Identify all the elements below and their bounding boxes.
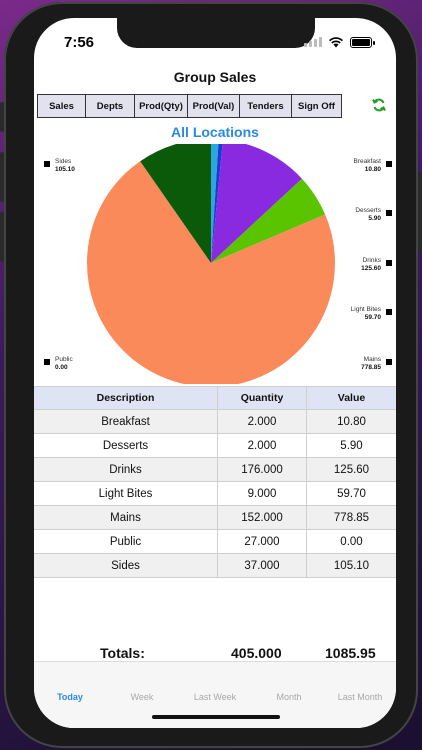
table-row[interactable]: Light Bites 9.000 59.70 <box>34 482 396 506</box>
row-description: Sides <box>34 554 218 577</box>
legend-item-mains: Mains 778.85 <box>361 356 392 372</box>
legend-swatch <box>44 161 50 167</box>
row-value: 125.60 <box>333 463 370 476</box>
table-header-row: Description Quantity Value <box>34 386 396 410</box>
tab-last-week[interactable]: Last Week <box>179 692 251 702</box>
legend-label: Drinks <box>362 257 381 264</box>
tab-last-month[interactable]: Last Month <box>324 692 396 702</box>
row-quantity: 176.000 <box>218 458 307 481</box>
legend-label: Public <box>55 356 73 363</box>
sales-button[interactable]: Sales <box>37 94 86 118</box>
legend-value: 778.85 <box>361 364 381 371</box>
table-row[interactable]: Public 27.000 0.00 <box>34 530 396 554</box>
row-quantity: 152.000 <box>218 506 307 529</box>
volume-down-button <box>0 212 4 262</box>
legend-swatch <box>386 210 392 216</box>
row-description: Light Bites <box>34 482 218 505</box>
row-description: Drinks <box>34 458 218 481</box>
notch <box>117 18 315 48</box>
legend-value: 5.90 <box>368 215 381 222</box>
location-title: All Locations <box>171 124 259 140</box>
row-value: 0.00 <box>340 535 363 548</box>
table-row[interactable]: Drinks 176.000 125.60 <box>34 458 396 482</box>
row-quantity: 37.000 <box>218 554 307 577</box>
table-row[interactable]: Desserts 2.000 5.90 <box>34 434 396 458</box>
legend-swatch <box>44 359 50 365</box>
row-value: 778.85 <box>333 511 370 524</box>
row-quantity: 9.000 <box>218 482 307 505</box>
legend-swatch <box>386 359 392 365</box>
signal-icon <box>304 37 322 47</box>
header-quantity: Quantity <box>218 387 307 409</box>
depts-button[interactable]: Depts <box>85 94 135 118</box>
home-indicator[interactable] <box>152 715 280 719</box>
row-value: 5.90 <box>340 439 363 452</box>
tab-today[interactable]: Today <box>34 692 106 702</box>
row-quantity: 27.000 <box>218 530 307 553</box>
legend-value: 105.10 <box>55 166 75 173</box>
legend-item-drinks: Drinks 125.60 <box>361 257 392 273</box>
toolbar: Sales Depts Prod(Qty) Prod(Val) Tenders … <box>37 94 342 118</box>
legend-label: Mains <box>363 356 381 363</box>
legend-value: 0.00 <box>55 364 68 371</box>
legend-item-desserts: Desserts 5.90 <box>355 207 392 223</box>
row-value: 59.70 <box>337 487 366 500</box>
wifi-icon <box>329 37 343 48</box>
legend-value: 10.80 <box>364 166 381 173</box>
legend-item-light-bites: Light Bites 59.70 <box>350 306 392 322</box>
phone-frame: 7:56 Group Sales Sales Depts Prod(Qty) P… <box>0 2 422 748</box>
table-row[interactable]: Sides 37.000 105.10 <box>34 554 396 578</box>
legend-swatch <box>386 309 392 315</box>
page-title: Group Sales <box>173 69 257 85</box>
row-description: Breakfast <box>34 410 218 433</box>
power-button <box>418 172 422 252</box>
legend-label: Sides <box>55 158 72 165</box>
legend-item-breakfast: Breakfast 10.80 <box>353 158 392 174</box>
refresh-icon[interactable] <box>372 98 386 112</box>
app-screen: 7:56 Group Sales Sales Depts Prod(Qty) P… <box>34 18 396 728</box>
legend-swatch <box>386 260 392 266</box>
prod-qty-button[interactable]: Prod(Qty) <box>134 94 188 118</box>
legend-value: 125.60 <box>361 265 381 272</box>
legend-item-public: Public 0.00 <box>44 356 73 372</box>
silent-switch <box>0 102 4 132</box>
sales-pie-chart <box>86 144 335 384</box>
legend-swatch <box>386 161 392 167</box>
row-value: 105.10 <box>333 559 370 572</box>
table-row[interactable]: Breakfast 2.000 10.80 <box>34 410 396 434</box>
status-time: 7:56 <box>64 34 95 51</box>
row-quantity: 2.000 <box>218 434 307 457</box>
battery-icon <box>350 36 375 48</box>
row-value: 10.80 <box>337 415 366 428</box>
totals-quantity: 405.000 <box>231 645 282 661</box>
sales-table: Description Quantity Value Breakfast 2.0… <box>34 386 396 578</box>
row-description: Mains <box>34 506 218 529</box>
row-description: Desserts <box>34 434 218 457</box>
sign-off-button[interactable]: Sign Off <box>291 94 342 118</box>
prod-val-button[interactable]: Prod(Val) <box>187 94 240 118</box>
volume-up-button <box>0 152 4 202</box>
tab-week[interactable]: Week <box>106 692 178 702</box>
status-icons <box>304 36 375 48</box>
row-quantity: 2.000 <box>218 410 307 433</box>
totals-value: 1085.95 <box>325 645 376 661</box>
header-description: Description <box>34 387 218 409</box>
legend-label: Desserts <box>355 207 381 214</box>
tab-month[interactable]: Month <box>253 692 325 702</box>
legend-value: 59.70 <box>364 314 381 321</box>
legend-item-sides: Sides 105.10 <box>44 158 75 174</box>
tenders-button[interactable]: Tenders <box>239 94 292 118</box>
legend-label: Light Bites <box>350 306 381 313</box>
header-value: Value <box>337 392 366 404</box>
row-description: Public <box>34 530 218 553</box>
legend-label: Breakfast <box>353 158 381 165</box>
table-row[interactable]: Mains 152.000 778.85 <box>34 506 396 530</box>
totals-label: Totals: <box>100 645 145 661</box>
